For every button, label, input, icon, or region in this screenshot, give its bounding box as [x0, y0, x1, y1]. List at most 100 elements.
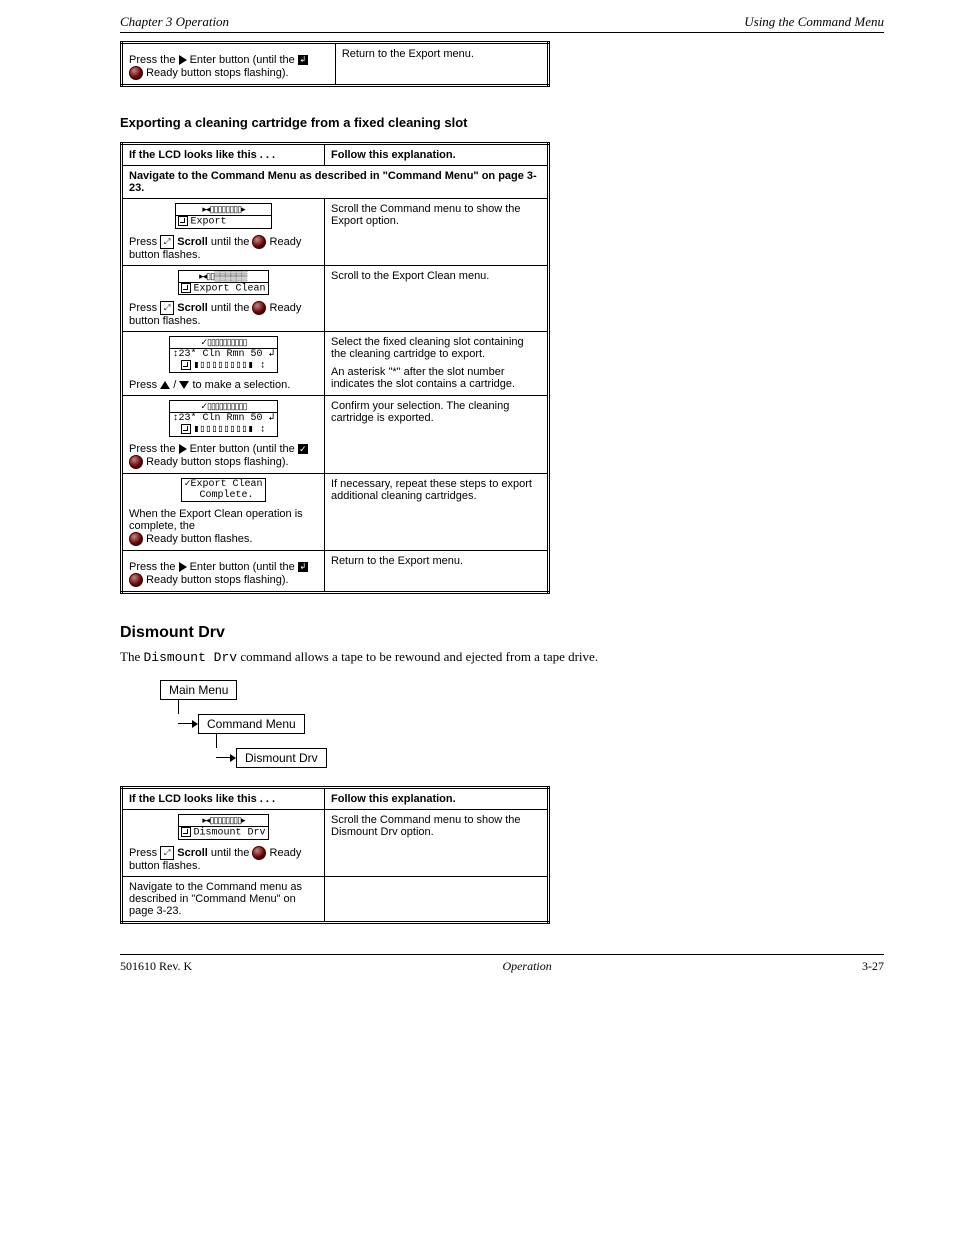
- explanation: [325, 876, 549, 922]
- op-text: Press the: [129, 54, 179, 66]
- op-text: button (until the: [219, 443, 298, 455]
- footer-mid: Operation: [502, 959, 551, 974]
- section-heading: Dismount Drv: [120, 624, 954, 642]
- col-header-lcd: If the LCD looks like this . . .: [122, 788, 325, 810]
- lcd-screen: ▸◂▯▯▯▯▯▯▯▯▸ Dismount Drv: [178, 814, 268, 840]
- lcd-screen: ✓▯▯▯▯▯▯▯▯▯▯ ↕23* Cln Rmn 50 ↲ ▮▯▯▯▯▯▯▯▯▮…: [169, 400, 277, 437]
- col-header-lcd: If the LCD looks like this . . .: [122, 144, 325, 166]
- op-text: button flashes.: [129, 315, 201, 327]
- flow-node-dismount-drv: Dismount Drv: [236, 748, 327, 768]
- header-rule: [120, 32, 884, 33]
- op-text: Enter: [190, 54, 216, 66]
- table-row: ▸◂▯▯▯▯▯▯▯▯▸ Export Press ⤢ Scroll until …: [122, 199, 549, 266]
- nav-banner: Navigate to the Command Menu as describe…: [122, 166, 549, 199]
- op-text: until the: [211, 236, 253, 248]
- op-text: button stops flashing).: [181, 573, 289, 585]
- footer-left: 501610 Rev. K: [120, 959, 192, 974]
- flow-node-command-menu: Command Menu: [198, 714, 305, 734]
- op-text: button flashes.: [129, 249, 201, 261]
- explanation: An asterisk "*" after the slot number in…: [331, 366, 541, 390]
- op-text: button (until the: [219, 54, 298, 66]
- lcd-screen: ▸◂▯▯▒▒▒▒▒▒ Export Clean: [178, 270, 268, 296]
- ready-led-icon: [129, 532, 143, 546]
- escape-icon: ↲: [298, 562, 308, 572]
- ready-led-icon: [129, 455, 143, 469]
- lcd-text: 23* Cln Rmn 50: [178, 349, 262, 360]
- body-text: command allows a tape to be rewound and …: [240, 649, 598, 664]
- lcd-screen: ✓▯▯▯▯▯▯▯▯▯▯ ↕23* Cln Rmn 50 ↲ ▮▯▯▯▯▯▯▯▯▮…: [169, 336, 277, 373]
- table-row: ✓▯▯▯▯▯▯▯▯▯▯ ↕23* Cln Rmn 50 ↲ ▮▯▯▯▯▯▯▯▯▮…: [122, 395, 549, 473]
- ready-led-icon: [129, 573, 143, 587]
- escape-icon: ↲: [298, 55, 308, 65]
- procedure-table-prev-tail: Press the Enter button (until the ↲ Read…: [120, 41, 550, 87]
- op-text: When the Export Clean operation is compl…: [129, 508, 303, 532]
- corner-icon: [178, 216, 188, 226]
- up-arrow-icon: [160, 381, 170, 389]
- table-row: ▸◂▯▯▯▯▯▯▯▯▸ Dismount Drv Press ⤢ Scroll …: [122, 810, 549, 877]
- led-label: Ready: [270, 847, 302, 859]
- op-text: to make a selection.: [192, 379, 290, 391]
- led-label: Ready: [146, 455, 178, 467]
- lcd-text: Dismount Drv: [193, 828, 265, 839]
- lcd-text: Complete.: [199, 490, 253, 501]
- enter-icon: [179, 55, 187, 65]
- header-left: Chapter 3 Operation: [120, 14, 229, 30]
- op-text: button (until the: [219, 561, 298, 573]
- op-text: button stops flashing).: [181, 455, 289, 467]
- op-text: button flashes.: [129, 860, 201, 872]
- op-text: Press the: [129, 443, 179, 455]
- ready-led-icon: [252, 235, 266, 249]
- op-text: Enter: [190, 443, 216, 455]
- op-text: Press: [129, 236, 160, 248]
- op-text: button stops flashing).: [181, 67, 289, 79]
- explanation: Scroll the Command menu to show the Expo…: [325, 199, 549, 266]
- table-row: ✓Export Clean Complete. When the Export …: [122, 473, 549, 550]
- op-text: Press the: [129, 561, 179, 573]
- ready-led-icon: [252, 301, 266, 315]
- corner-icon: [181, 424, 191, 434]
- led-label: Ready: [270, 302, 302, 314]
- scroll-label: Scroll: [177, 236, 208, 248]
- op-text: until the: [211, 302, 253, 314]
- corner-icon: [181, 360, 191, 370]
- led-label: Ready: [146, 573, 178, 585]
- op-text: Press: [129, 379, 160, 391]
- explanation: Return to the Export menu.: [325, 550, 549, 592]
- enter-icon: [179, 562, 187, 572]
- table-row: Press the Enter button (until the ↲ Read…: [122, 550, 549, 592]
- scroll-icon: ⤢: [160, 301, 174, 315]
- table-row: ▸◂▯▯▒▒▒▒▒▒ Export Clean Press ⤢ Scroll u…: [122, 265, 549, 332]
- table-caption: Exporting a cleaning cartridge from a fi…: [120, 115, 954, 130]
- body-text: The: [120, 649, 143, 664]
- ready-led-icon: [129, 66, 143, 80]
- lcd-text: Export Clean: [193, 283, 265, 294]
- procedure-table-dismount: If the LCD looks like this . . . Follow …: [120, 786, 550, 924]
- lcd-screen: ▸◂▯▯▯▯▯▯▯▯▸ Export: [175, 203, 271, 229]
- lcd-text: Export Clean: [191, 479, 263, 490]
- corner-icon: [181, 283, 191, 293]
- op-text: Press: [129, 302, 160, 314]
- op-text: Enter: [190, 561, 216, 573]
- footer-right: 3-27: [862, 959, 884, 974]
- col-header-expl: Follow this explanation.: [325, 144, 549, 166]
- explanation: Return to the Export menu.: [335, 43, 548, 86]
- col-header-expl: Follow this explanation.: [325, 788, 549, 810]
- lcd-text: 23* Cln Rmn 50: [178, 413, 262, 424]
- explanation: Scroll the Command menu to show the Dism…: [325, 810, 549, 877]
- led-label: Ready: [146, 67, 178, 79]
- table-row: ✓▯▯▯▯▯▯▯▯▯▯ ↕23* Cln Rmn 50 ↲ ▮▯▯▯▯▯▯▯▯▮…: [122, 332, 549, 396]
- scroll-label: Scroll: [177, 302, 208, 314]
- op-text: until the: [211, 847, 253, 859]
- flow-node-main-menu: Main Menu: [160, 680, 237, 700]
- menu-flowchart: Main Menu Command Menu Dismount Drv: [160, 680, 954, 768]
- explanation: If necessary, repeat these steps to expo…: [325, 473, 549, 550]
- op-text: Press: [129, 847, 160, 859]
- op-text: button flashes.: [181, 532, 253, 544]
- explanation: Confirm your selection. The cleaning car…: [325, 395, 549, 473]
- enter-icon: [179, 444, 187, 454]
- scroll-icon: ⤢: [160, 235, 174, 249]
- led-label: Ready: [146, 532, 178, 544]
- explanation: Scroll to the Export Clean menu.: [325, 265, 549, 332]
- table-row: Navigate to the Command menu as describe…: [122, 876, 549, 922]
- scroll-label: Scroll: [177, 847, 208, 859]
